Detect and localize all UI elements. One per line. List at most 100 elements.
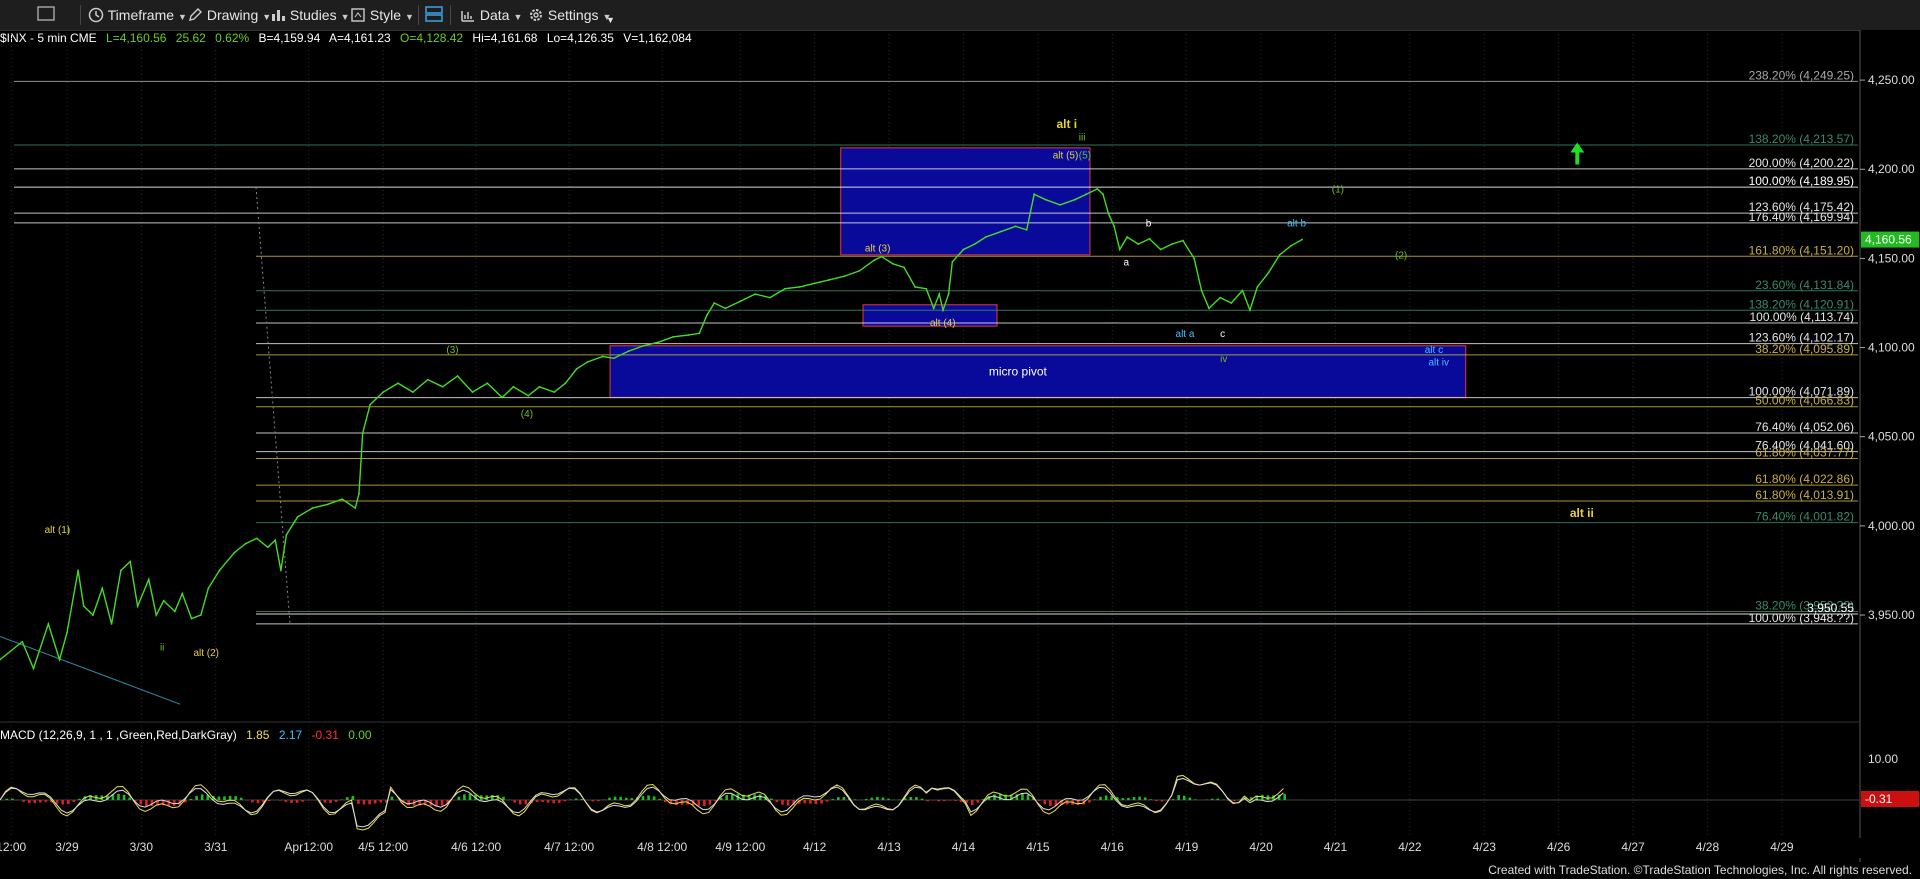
macd-hist-bar [11, 798, 14, 800]
high-price: Hi=4,161.68 [472, 31, 538, 45]
macd-hist-bar [597, 800, 600, 802]
macd-hist-bar [563, 800, 567, 802]
pct-change: 0.62% [215, 31, 250, 45]
price-point [1256, 286, 1259, 288]
settings-button[interactable]: Settings ▼ [528, 5, 611, 25]
x-tick-label: 4/29 [1770, 840, 1794, 854]
macd-hist-bar [379, 800, 383, 803]
macd-hist-bar [708, 800, 712, 805]
macd-hist-bar [139, 800, 143, 805]
price-point [914, 286, 917, 288]
macd-hist-bar [55, 800, 59, 804]
last-price-tag [1861, 231, 1919, 248]
macd-hist-bar [1009, 794, 1013, 800]
wave-label: alt b [1287, 218, 1306, 229]
style-button[interactable]: Style ▼ [350, 5, 414, 25]
timeframe-button[interactable]: Timeframe ▼ [88, 5, 187, 25]
macd-hist-bar [920, 798, 924, 800]
macd-hist-bar [334, 800, 338, 802]
price-point [553, 391, 556, 394]
macd-hist-bar [117, 793, 120, 800]
trend-line [0, 635, 181, 705]
symbol-label: $INX - 5 min CME [0, 31, 97, 45]
price-point [739, 300, 742, 303]
pivot-box [609, 345, 1467, 399]
price-point [942, 309, 944, 312]
micro-pivot-label: micro pivot [989, 365, 1048, 379]
x-tick-label: 4/19 [1175, 840, 1199, 854]
price-point [798, 286, 801, 288]
price-point [947, 293, 950, 295]
macd-hist-bar [1004, 794, 1007, 800]
macd-hist-bar [781, 800, 784, 805]
macd-hist-bar [825, 800, 829, 802]
macd-hist-bar [558, 800, 561, 803]
data-button[interactable]: Data ▼ [460, 5, 522, 25]
macd-hist-bar [1116, 797, 1119, 800]
macd-hist-bar [329, 800, 332, 804]
price-point [181, 592, 184, 595]
macd-hist-bar [664, 800, 667, 803]
style-label: Style [369, 7, 402, 23]
macd-hist-bar [524, 800, 528, 805]
macd-hist-bar [412, 800, 416, 806]
price-chart[interactable]: micro pivot 238.20% (4,249.25) 138.20% (4… [0, 0, 1920, 879]
macd-hist-bar [530, 800, 533, 804]
price-point [828, 278, 831, 281]
macd-hist-bar [418, 800, 422, 806]
price-point [1059, 204, 1062, 206]
macd-hist-bar [1093, 799, 1097, 800]
macd-hist-bar [954, 800, 957, 801]
macd-hist-bar [1049, 800, 1052, 806]
price-point [155, 614, 158, 616]
macd-hist-bar [491, 794, 494, 800]
price-point [951, 261, 954, 263]
price-point [1230, 302, 1233, 304]
price-point [1014, 225, 1017, 228]
pivot-box [862, 304, 998, 327]
macd-hist-bar [373, 800, 377, 804]
drawing-button[interactable]: Drawing ▼ [187, 5, 271, 25]
x-tick-label: 4/12 [803, 840, 827, 854]
macd-hist-bar [730, 793, 734, 800]
price-point [891, 262, 894, 265]
fib-label: 23.60% (4,131.84) [1755, 278, 1854, 292]
window-icon[interactable] [36, 5, 58, 25]
macd-hist-bar [357, 800, 360, 804]
price-point [218, 569, 221, 572]
bid-price: B=4,159.94 [258, 31, 321, 45]
overflow-caret-icon[interactable]: ▼ [606, 10, 615, 30]
macd-hist-bar [1104, 795, 1108, 800]
price-point [101, 587, 104, 590]
studies-icon [270, 7, 290, 23]
y-tick-label: 3,950.00 [1868, 608, 1915, 622]
macd-hist-bar [619, 796, 622, 800]
layout-icon[interactable] [424, 5, 444, 25]
price-point [311, 507, 314, 509]
macd-hist-bar [1099, 796, 1102, 800]
macd-hist-bar [345, 797, 349, 800]
macd-hist-bar [775, 800, 779, 803]
toolbar: Timeframe ▼ Drawing ▼ Studies ▼ Style ▼ Data… [0, 0, 1920, 31]
macd-hist-bar [50, 800, 53, 803]
price-point [471, 391, 474, 394]
price-point [58, 658, 61, 661]
wave-labels: alt iiiialt (5) (5)alt (3)alt (4)baalt ac… [45, 117, 1594, 659]
macd-hist-bar [1132, 797, 1136, 800]
macd-hist-bar [295, 800, 299, 803]
macd-hist-bar [128, 797, 131, 800]
macd-hist-bar [479, 795, 483, 800]
fib-label: 61.80% (4,022.86) [1755, 472, 1854, 486]
price-point [173, 610, 176, 613]
wave-label: ii [160, 643, 164, 654]
toolbar-divider [450, 5, 451, 25]
price-point [1301, 238, 1303, 241]
macd-hist-bar [83, 796, 87, 800]
macd-hist-bar [1110, 795, 1114, 800]
macd-hist-bar [1076, 800, 1080, 806]
x-tick-label: 4/28 [1696, 840, 1720, 854]
macd-hist-bar [66, 800, 70, 805]
pivot-box [840, 147, 1091, 256]
price-point [233, 551, 236, 554]
studies-button[interactable]: Studies ▼ [270, 5, 350, 25]
